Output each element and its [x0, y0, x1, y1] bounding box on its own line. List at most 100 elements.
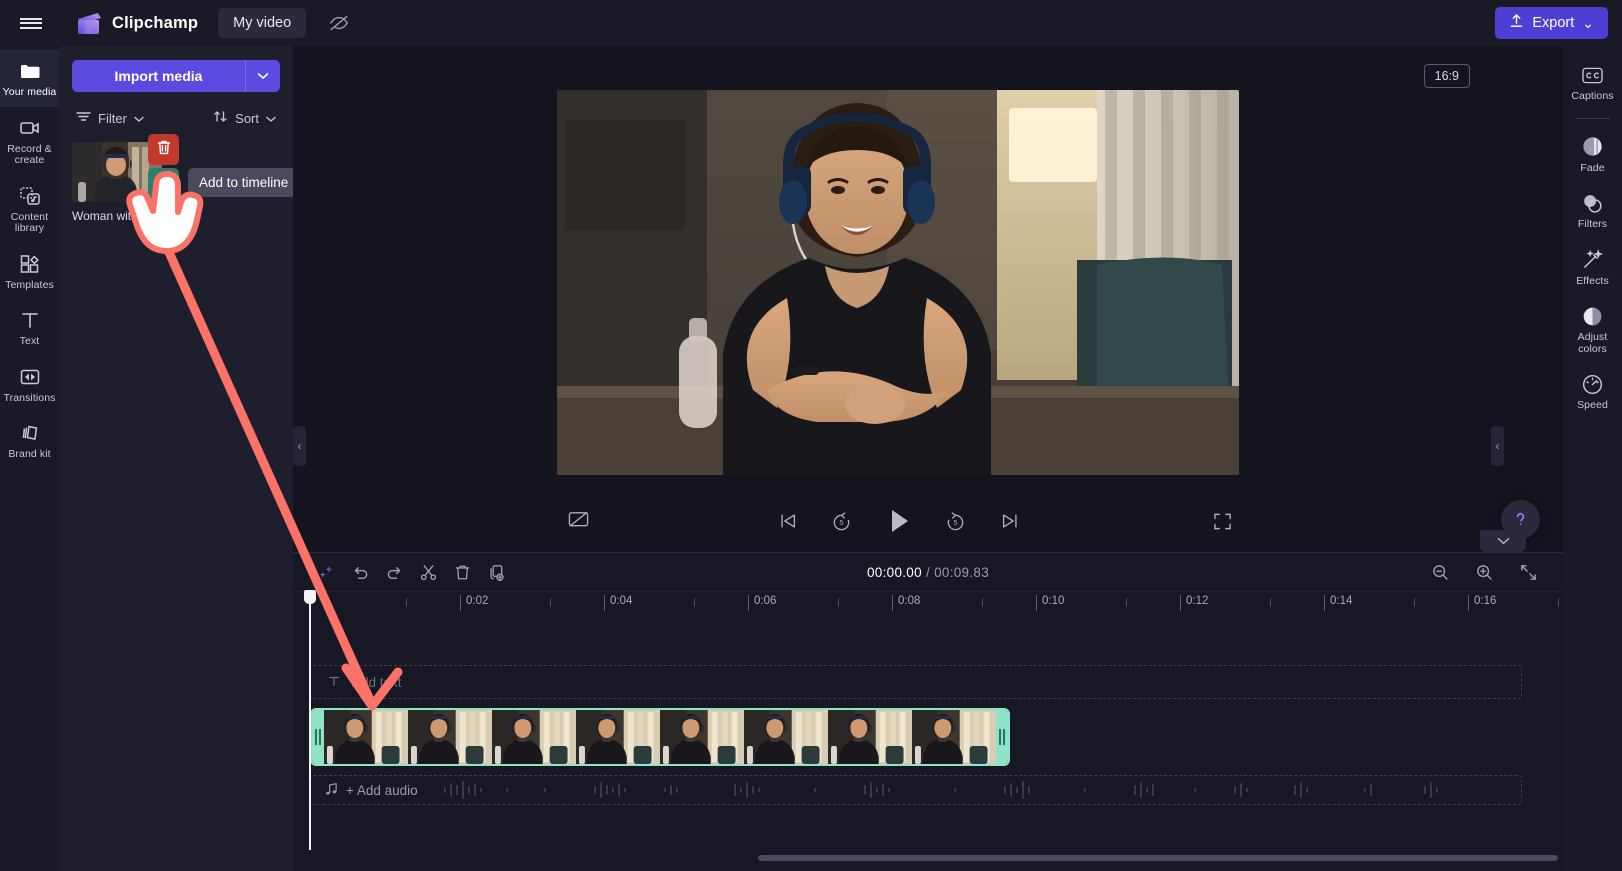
collapse-left-panel-button[interactable]: ‹	[293, 426, 306, 466]
timeline: 00:00.00 / 00:09.83	[293, 552, 1563, 871]
fullscreen-icon[interactable]	[1205, 504, 1239, 538]
sidebar-item-transitions[interactable]: Transitions	[0, 356, 59, 413]
redo-button[interactable]	[379, 557, 409, 587]
chevron-down-icon	[134, 111, 144, 126]
current-time: 00:00.00	[867, 565, 922, 580]
video-camera-icon	[18, 116, 42, 140]
transport-controls: 5 5	[771, 501, 1027, 541]
duplicate-button[interactable]	[481, 557, 511, 587]
sidebar-item-templates[interactable]: Templates	[0, 243, 59, 300]
hamburger-menu-icon[interactable]	[8, 0, 54, 46]
chevron-down-icon	[266, 111, 276, 126]
tool-label: Adjust colors	[1565, 332, 1620, 355]
timeline-zoom-controls	[1425, 557, 1547, 587]
import-media-button[interactable]: Import media	[72, 60, 245, 92]
captions-toggle-button[interactable]	[561, 504, 595, 538]
sidebar-item-content-library[interactable]: Content library	[0, 175, 59, 243]
sidebar-label: Record & create	[2, 144, 57, 167]
export-button[interactable]: Export ⌄	[1495, 7, 1608, 39]
media-item-name: Woman with ...	[72, 209, 162, 223]
brand-name: Clipchamp	[112, 14, 198, 33]
content-library-icon	[18, 184, 42, 208]
fit-to-screen-button[interactable]	[1513, 557, 1543, 587]
brand: Clipchamp	[76, 11, 198, 36]
undo-button[interactable]	[345, 557, 375, 587]
export-label: Export	[1532, 15, 1574, 31]
clip-thumbnails	[324, 710, 996, 764]
sidebar-item-your-media[interactable]: Your media	[0, 50, 59, 107]
total-time: 00:09.83	[934, 565, 989, 580]
media-item[interactable]: Add to timeline Woman with ...	[72, 142, 162, 223]
cc-icon	[1581, 63, 1605, 87]
delete-media-button[interactable]	[148, 134, 179, 165]
playhead[interactable]	[309, 592, 311, 850]
zoom-in-button[interactable]	[1469, 557, 1499, 587]
tool-item-fade[interactable]: Fade	[1563, 126, 1622, 183]
collapse-right-panel-button[interactable]: ‹	[1491, 426, 1504, 466]
skip-end-icon[interactable]	[993, 504, 1027, 538]
transitions-icon	[18, 365, 42, 389]
skip-start-icon[interactable]	[771, 504, 805, 538]
sidebar-item-brand-kit[interactable]: Brand kit	[0, 412, 59, 469]
tool-item-adjust-colors[interactable]: Adjust colors	[1563, 295, 1622, 363]
video-clip[interactable]	[310, 708, 1010, 766]
split-button[interactable]	[413, 557, 443, 587]
right-sidebar: Captions Fade Filters	[1563, 46, 1622, 871]
forward-5-icon[interactable]: 5	[939, 504, 973, 538]
tool-item-speed[interactable]: Speed	[1563, 363, 1622, 420]
clip-trim-handle-right[interactable]	[996, 710, 1008, 764]
preview-area: 16:9	[293, 46, 1504, 550]
add-audio-track[interactable]: + Add audio	[310, 775, 1522, 805]
ruler-label: 0:10	[1042, 595, 1064, 607]
speedometer-icon	[1581, 372, 1605, 396]
filter-lines-icon	[76, 110, 91, 126]
sort-button[interactable]: Sort	[213, 110, 276, 126]
contrast-circle-icon	[1581, 304, 1605, 328]
delete-button[interactable]	[447, 557, 477, 587]
play-button[interactable]	[879, 501, 919, 541]
eye-off-icon[interactable]	[324, 8, 354, 38]
text-t-icon	[18, 308, 42, 332]
clip-trim-handle-left[interactable]	[312, 710, 324, 764]
text-t-icon	[327, 674, 341, 691]
clipchamp-editor: Clipchamp My video Export ⌄ Your media	[0, 0, 1622, 871]
tool-label: Effects	[1576, 276, 1609, 288]
left-sidebar: Your media Record & create Content libra…	[0, 46, 59, 871]
filter-button[interactable]: Filter	[76, 110, 144, 126]
top-bar: Clipchamp My video Export ⌄	[0, 0, 1622, 46]
zoom-out-button[interactable]	[1425, 557, 1455, 587]
expand-panel-chevron[interactable]	[1480, 530, 1526, 552]
add-to-timeline-button[interactable]	[148, 168, 179, 199]
aspect-ratio-button[interactable]: 16:9	[1424, 64, 1470, 88]
rewind-5-icon[interactable]: 5	[825, 504, 859, 538]
sidebar-label: Brand kit	[8, 449, 50, 461]
templates-grid-icon	[18, 252, 42, 276]
timeline-horizontal-scrollbar[interactable]	[758, 855, 1558, 861]
sidebar-label: Templates	[5, 280, 54, 292]
video-preview[interactable]	[557, 90, 1239, 475]
timeline-toolbar: 00:00.00 / 00:09.83	[293, 552, 1563, 592]
sidebar-label: Transitions	[3, 393, 55, 405]
tool-item-effects[interactable]: Effects	[1563, 239, 1622, 296]
trash-icon	[156, 139, 172, 161]
add-text-track[interactable]: Add text	[310, 665, 1522, 699]
playhead-handle[interactable]	[304, 590, 316, 604]
sidebar-item-record-create[interactable]: Record & create	[0, 107, 59, 175]
import-media-dropdown[interactable]	[245, 60, 280, 92]
project-title[interactable]: My video	[218, 8, 306, 38]
magic-wand-icon	[1581, 248, 1605, 272]
add-text-label: Add text	[352, 675, 402, 690]
ruler-label: 0:02	[466, 595, 488, 607]
plus-icon	[155, 173, 172, 195]
tool-label: Speed	[1577, 400, 1608, 412]
ruler-label: 0:12	[1186, 595, 1208, 607]
time-separator: /	[922, 565, 934, 580]
sparkle-icon[interactable]	[311, 557, 341, 587]
sort-arrows-icon	[213, 110, 228, 126]
add-audio-label: + Add audio	[346, 783, 418, 798]
tool-item-captions[interactable]: Captions	[1563, 54, 1622, 111]
sidebar-item-text[interactable]: Text	[0, 299, 59, 356]
timeline-ruler[interactable]: 0:02 0:04 0:06 0:08 0:10 0:12 0:14 0:16	[293, 592, 1563, 620]
tool-item-filters[interactable]: Filters	[1563, 182, 1622, 239]
svg-text:5: 5	[953, 517, 957, 526]
